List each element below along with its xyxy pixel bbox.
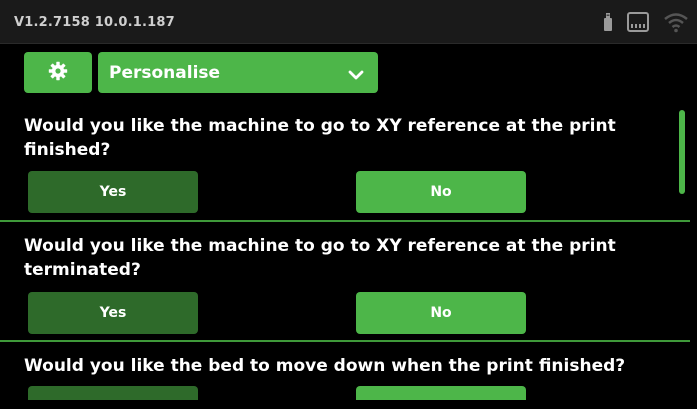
usb-icon (603, 12, 613, 32)
yes-button[interactable]: Yes (28, 292, 198, 334)
status-bar: V1.2.7158 10.0.1.187 (0, 0, 697, 44)
divider (0, 220, 690, 222)
status-icons (603, 10, 689, 34)
question-print-terminated: Would you like the machine to go to XY r… (24, 236, 616, 280)
personalise-dropdown[interactable]: Personalise (98, 52, 378, 93)
chevron-down-icon (348, 66, 364, 85)
yes-button[interactable] (28, 386, 198, 400)
no-button[interactable]: No (356, 292, 526, 334)
dropdown-label: Personalise (109, 63, 221, 83)
no-button[interactable] (356, 386, 526, 400)
version-label: V1.2.7158 10.0.1.187 (14, 15, 175, 30)
settings-button[interactable] (24, 52, 92, 93)
yes-button[interactable]: Yes (28, 171, 198, 213)
scrollbar[interactable] (679, 110, 685, 194)
question-bed-move-down: Would you like the bed to move down when… (24, 356, 626, 376)
sd-card-icon (627, 12, 649, 32)
wifi-icon (663, 11, 689, 33)
no-button[interactable]: No (356, 171, 526, 213)
settings-list[interactable]: Would you like the machine to go to XY r… (0, 100, 697, 400)
gear-icon (48, 61, 68, 85)
divider (0, 340, 690, 342)
question-print-finished: Would you like the machine to go to XY r… (24, 116, 616, 160)
